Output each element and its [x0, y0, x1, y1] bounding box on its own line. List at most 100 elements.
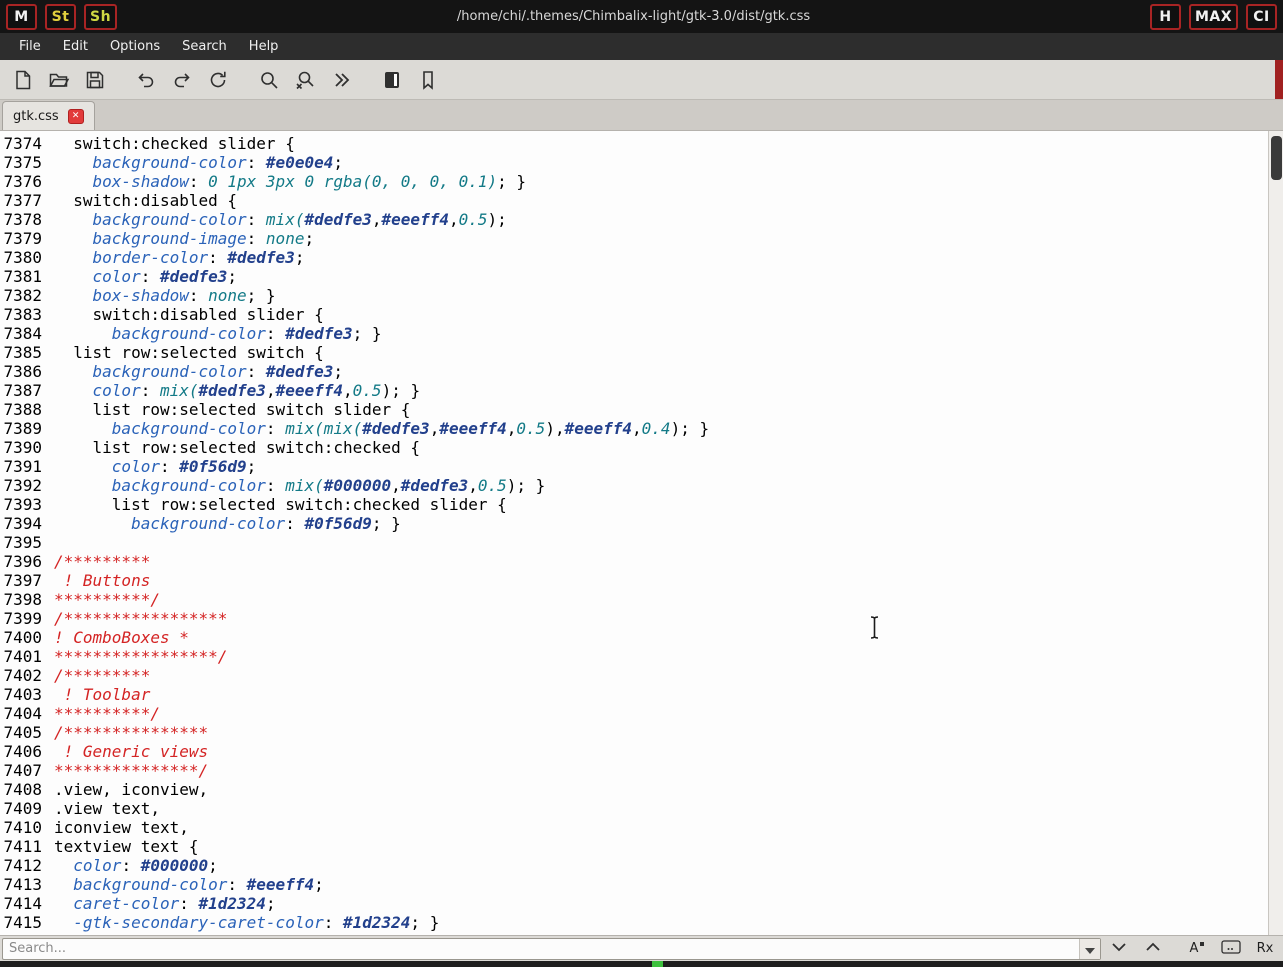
- line-number: 7391: [2, 457, 42, 476]
- line-number: 7415: [2, 913, 42, 932]
- jump-to-button[interactable]: [324, 64, 358, 96]
- scrollbar-handle[interactable]: [1271, 136, 1282, 180]
- code-line: background-color: #e0e0e4;: [54, 153, 1283, 172]
- code-line: /*********: [54, 666, 1283, 685]
- line-number: 7379: [2, 229, 42, 248]
- line-number: 7410: [2, 818, 42, 837]
- code-line: -gtk-secondary-caret-color: #1d2324; }: [54, 913, 1283, 932]
- dropdown-arrow-icon: [1085, 939, 1095, 958]
- bookmark-button[interactable]: [411, 64, 445, 96]
- search-input[interactable]: [3, 939, 1079, 959]
- vertical-scrollbar[interactable]: [1268, 131, 1283, 935]
- regex-toggle[interactable]: Rx: [1249, 938, 1281, 960]
- titlebar-badges-right: H MAX CI: [1150, 4, 1277, 30]
- new-file-icon: [12, 69, 34, 91]
- line-number: 7398: [2, 590, 42, 609]
- code-line: caret-color: #1d2324;: [54, 894, 1283, 913]
- menu-edit[interactable]: Edit: [52, 34, 99, 59]
- code-area[interactable]: switch:checked slider { background-color…: [47, 131, 1283, 935]
- window-title: /home/chi/.themes/Chimbalix-light/gtk-3.…: [117, 9, 1150, 24]
- whole-word-toggle[interactable]: [1215, 938, 1247, 960]
- save-file-button[interactable]: [78, 64, 112, 96]
- line-number: 7382: [2, 286, 42, 305]
- find-previous-button[interactable]: [1137, 938, 1169, 960]
- line-number: 7387: [2, 381, 42, 400]
- code-line: **********/: [54, 704, 1283, 723]
- line-number: 7375: [2, 153, 42, 172]
- line-number: 7374: [2, 134, 42, 153]
- code-line: **********/: [54, 590, 1283, 609]
- find-button[interactable]: [252, 64, 286, 96]
- menu-file[interactable]: File: [8, 34, 52, 59]
- code-line: /*********: [54, 552, 1283, 571]
- tab-close-button[interactable]: ✕: [68, 109, 84, 124]
- search-history-dropdown[interactable]: [1079, 939, 1100, 959]
- new-file-button[interactable]: [6, 64, 40, 96]
- fullscreen-icon: [381, 69, 403, 91]
- code-line: list row:selected switch:checked {: [54, 438, 1283, 457]
- open-file-button[interactable]: [42, 64, 76, 96]
- code-line: .view, iconview,: [54, 780, 1283, 799]
- line-number: 7388: [2, 400, 42, 419]
- menu-options[interactable]: Options: [99, 34, 171, 59]
- code-line: background-color: #eeeff4;: [54, 875, 1283, 894]
- search-icon: [258, 69, 280, 91]
- line-number: 7376: [2, 172, 42, 191]
- window-badge-h[interactable]: H: [1150, 4, 1181, 30]
- code-line: /***************: [54, 723, 1283, 742]
- search-entry: [2, 938, 1101, 960]
- search-bar: A Rx: [0, 935, 1283, 961]
- line-number: 7380: [2, 248, 42, 267]
- app-window: M St Sh /home/chi/.themes/Chimbalix-light/…: [0, 0, 1283, 967]
- window-badge-st[interactable]: St: [45, 4, 76, 30]
- line-number: 7406: [2, 742, 42, 761]
- line-number: 7392: [2, 476, 42, 495]
- code-line: switch:checked slider {: [54, 134, 1283, 153]
- window-badge-m[interactable]: M: [6, 4, 37, 30]
- code-line: background-color: #dedfe3; }: [54, 324, 1283, 343]
- bookmark-icon: [417, 69, 439, 91]
- code-line: border-color: #dedfe3;: [54, 248, 1283, 267]
- line-number: 7386: [2, 362, 42, 381]
- line-number: 7385: [2, 343, 42, 362]
- match-case-toggle[interactable]: A: [1181, 938, 1213, 960]
- tab-gtk-css[interactable]: gtk.css ✕: [2, 101, 95, 130]
- window-badge-ci[interactable]: CI: [1246, 4, 1277, 30]
- code-line: switch:disabled {: [54, 191, 1283, 210]
- code-line: list row:selected switch slider {: [54, 400, 1283, 419]
- code-line: background-color: #0f56d9; }: [54, 514, 1283, 533]
- fullscreen-button[interactable]: [375, 64, 409, 96]
- code-line: background-color: #dedfe3;: [54, 362, 1283, 381]
- code-line: background-color: mix(#000000,#dedfe3,0.…: [54, 476, 1283, 495]
- line-number: 7381: [2, 267, 42, 286]
- menu-help[interactable]: Help: [238, 34, 290, 59]
- chevron-up-icon: [1145, 941, 1161, 956]
- line-number: 7383: [2, 305, 42, 324]
- code-line: list row:selected switch {: [54, 343, 1283, 362]
- line-number: 7403: [2, 685, 42, 704]
- find-replace-button[interactable]: [288, 64, 322, 96]
- undo-button[interactable]: [129, 64, 163, 96]
- window-badge-sh[interactable]: Sh: [84, 4, 117, 30]
- line-number: 7389: [2, 419, 42, 438]
- code-line: box-shadow: none; }: [54, 286, 1283, 305]
- status-indicator: [652, 961, 663, 967]
- line-number: 7393: [2, 495, 42, 514]
- code-line: box-shadow: 0 1px 3px 0 rgba(0, 0, 0, 0.…: [54, 172, 1283, 191]
- tab-bar: gtk.css ✕: [0, 100, 1283, 131]
- code-line: ! Buttons: [54, 571, 1283, 590]
- menu-search[interactable]: Search: [171, 34, 238, 59]
- open-folder-icon: [48, 69, 70, 91]
- code-line: background-color: mix(#dedfe3,#eeeff4,0.…: [54, 210, 1283, 229]
- window-badge-max[interactable]: MAX: [1189, 4, 1238, 30]
- editor[interactable]: 7374737573767377737873797380738173827383…: [0, 131, 1283, 935]
- line-number: 7404: [2, 704, 42, 723]
- code-line: ***************/: [54, 761, 1283, 780]
- line-number: 7412: [2, 856, 42, 875]
- line-number: 7378: [2, 210, 42, 229]
- find-next-button[interactable]: [1103, 938, 1135, 960]
- reload-button[interactable]: [201, 64, 235, 96]
- match-case-label: A: [1190, 941, 1199, 956]
- redo-button[interactable]: [165, 64, 199, 96]
- line-number: 7397: [2, 571, 42, 590]
